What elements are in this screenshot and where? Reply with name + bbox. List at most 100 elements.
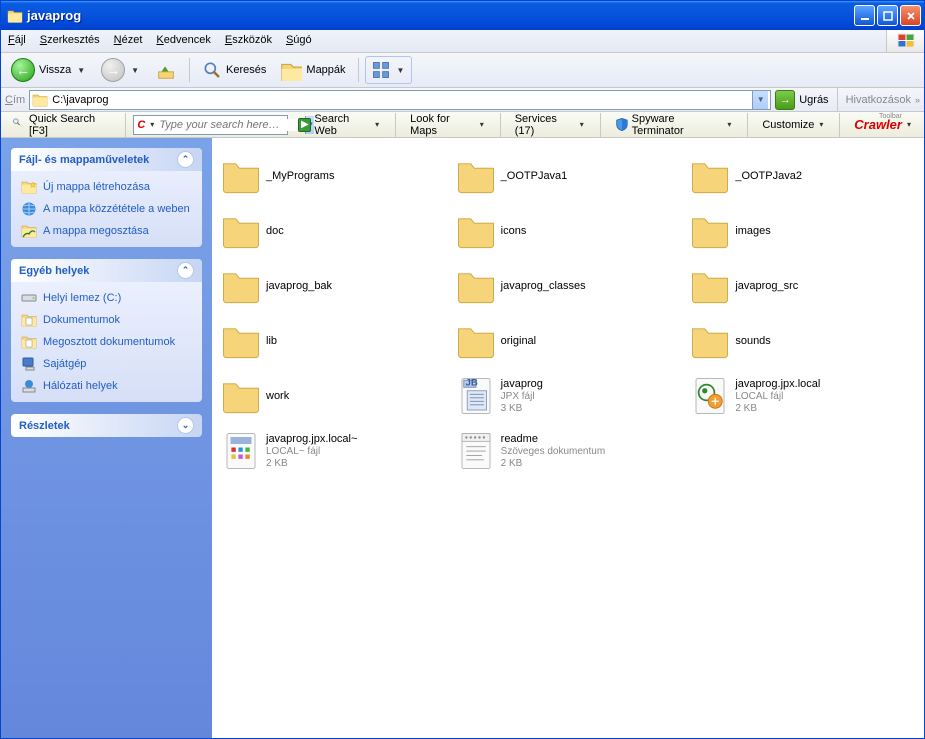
up-button[interactable]	[149, 56, 183, 84]
folder-item[interactable]: javaprog_classes	[451, 258, 686, 313]
item-name: _OOTPJava1	[501, 170, 568, 182]
file-size: 2 KB	[266, 458, 357, 469]
folder-icon	[220, 320, 262, 362]
menu-edit[interactable]: Szerkesztés	[33, 30, 107, 52]
address-dropdown-icon[interactable]: ▼	[752, 91, 768, 109]
folder-item[interactable]: sounds	[685, 313, 920, 368]
close-button[interactable]	[900, 5, 921, 26]
title-bar: javaprog	[1, 1, 924, 30]
folder-item[interactable]: doc	[216, 203, 451, 258]
item-name: _OOTPJava2	[735, 170, 802, 182]
maximize-button[interactable]	[877, 5, 898, 26]
folder-icon	[220, 265, 262, 307]
address-field[interactable]: C:\javaprog ▼	[29, 90, 771, 110]
txt-icon	[455, 430, 497, 472]
folder-item[interactable]: lib	[216, 313, 451, 368]
quick-search-button[interactable]: Quick Search [F3]	[5, 114, 118, 136]
windows-flag-icon	[896, 31, 916, 51]
item-name: readme	[501, 433, 606, 445]
item-name: javaprog_classes	[501, 280, 586, 292]
common-tasks-sidebar: Fájl- és mappaműveletek⌃ Új mappa létreh…	[1, 138, 212, 738]
details-header[interactable]: Részletek⌄	[11, 414, 202, 437]
file-item[interactable]: readme Szöveges dokumentum2 KB	[451, 423, 686, 478]
folder-icon	[455, 320, 497, 362]
folder-icon	[455, 155, 497, 197]
crawler-brand[interactable]: Crawler▾	[847, 114, 920, 136]
drive-icon	[21, 290, 37, 306]
address-path: C:\javaprog	[52, 94, 108, 106]
file-type: LOCAL~ fájl	[266, 446, 357, 457]
folder-item[interactable]: images	[685, 203, 920, 258]
menu-favorites[interactable]: Kedvencek	[149, 30, 217, 52]
other-places-panel: Egyéb helyek⌃ Helyi lemez (C:) Dokumentu…	[11, 259, 202, 402]
collapse-icon: ⌃	[177, 262, 194, 279]
forward-button[interactable]: → ▼	[95, 56, 147, 84]
windows-logo[interactable]	[886, 30, 924, 52]
folder-item[interactable]: _OOTPJava2	[685, 148, 920, 203]
file-item[interactable]: javaprog JPX fájl3 KB	[451, 368, 686, 423]
other-places-header[interactable]: Egyéb helyek⌃	[11, 259, 202, 282]
file-tasks-header[interactable]: Fájl- és mappaműveletek⌃	[11, 148, 202, 171]
links-chevron-icon[interactable]: »	[915, 95, 920, 105]
folder-item[interactable]: javaprog_bak	[216, 258, 451, 313]
address-folder-icon	[32, 92, 48, 108]
go-label: Ugrás	[799, 94, 828, 106]
maps-button[interactable]: Look for Maps▾	[403, 114, 493, 136]
search-button[interactable]: Keresés	[196, 56, 272, 84]
file-type: LOCAL fájl	[735, 391, 820, 402]
file-item[interactable]: javaprog.jpx.local~ LOCAL~ fájl2 KB	[216, 423, 451, 478]
folder-icon	[455, 265, 497, 307]
file-item[interactable]: javaprog.jpx.local LOCAL fájl2 KB	[685, 368, 920, 423]
file-type: JPX fájl	[501, 391, 543, 402]
services-button[interactable]: Services (17)▾	[508, 114, 593, 136]
play-icon: ▶	[298, 118, 311, 132]
item-name: _MyPrograms	[266, 170, 334, 182]
search-icon	[202, 60, 222, 80]
minimize-button[interactable]	[854, 5, 875, 26]
links-label[interactable]: Hivatkozások	[846, 94, 911, 106]
publish-folder-link[interactable]: A mappa közzététele a weben	[21, 201, 192, 217]
views-dropdown-icon: ▼	[395, 66, 407, 75]
spyware-button[interactable]: Spyware Terminator▾	[608, 114, 741, 136]
menu-file[interactable]: Fájl	[1, 30, 33, 52]
shared-docs-link[interactable]: Megosztott dokumentumok	[21, 334, 192, 350]
search-web-button[interactable]: ▶Search Web▾	[291, 114, 388, 136]
expand-icon: ⌄	[177, 417, 194, 434]
my-computer-link[interactable]: Sajátgép	[21, 356, 192, 372]
details-panel: Részletek⌄	[11, 414, 202, 437]
network-places-link[interactable]: Hálózati helyek	[21, 378, 192, 394]
menu-tools[interactable]: Eszközök	[218, 30, 279, 52]
new-folder-link[interactable]: Új mappa létrehozása	[21, 179, 192, 195]
shield-icon	[615, 117, 629, 132]
folder-item[interactable]: original	[451, 313, 686, 368]
folders-button[interactable]: Mappák	[274, 56, 351, 84]
customize-button[interactable]: Customize▾	[755, 114, 832, 136]
views-button[interactable]: ▼	[365, 56, 413, 84]
folder-item[interactable]: icons	[451, 203, 686, 258]
share-folder-link[interactable]: A mappa megosztása	[21, 223, 192, 239]
documents-link[interactable]: Dokumentumok	[21, 312, 192, 328]
folder-item[interactable]: work	[216, 368, 451, 423]
folder-item[interactable]: _OOTPJava1	[451, 148, 686, 203]
search-input[interactable]	[159, 119, 302, 131]
up-folder-icon	[155, 59, 177, 81]
item-name: javaprog.jpx.local~	[266, 433, 357, 445]
local-disk-link[interactable]: Helyi lemez (C:)	[21, 290, 192, 306]
jpx-icon	[455, 375, 497, 417]
item-name: doc	[266, 225, 284, 237]
crawler-c-icon: C	[137, 119, 145, 131]
menu-view[interactable]: Nézet	[107, 30, 150, 52]
crawler-search-input[interactable]: C▾ ▼	[133, 115, 288, 135]
folder-icon	[220, 155, 262, 197]
back-dropdown-icon: ▼	[75, 66, 87, 75]
file-list-area[interactable]: _MyPrograms _OOTPJava1 _OOTPJava2 doc ic…	[212, 138, 924, 738]
back-button[interactable]: ← Vissza ▼	[5, 56, 93, 84]
address-label: Cím	[5, 94, 25, 106]
share-icon	[21, 223, 37, 239]
go-button[interactable]: →	[775, 90, 795, 110]
menu-help[interactable]: Súgó	[279, 30, 319, 52]
window-folder-icon	[7, 8, 23, 24]
address-bar: Cím C:\javaprog ▼ → Ugrás Hivatkozások »	[1, 88, 924, 112]
folder-item[interactable]: javaprog_src	[685, 258, 920, 313]
folder-item[interactable]: _MyPrograms	[216, 148, 451, 203]
